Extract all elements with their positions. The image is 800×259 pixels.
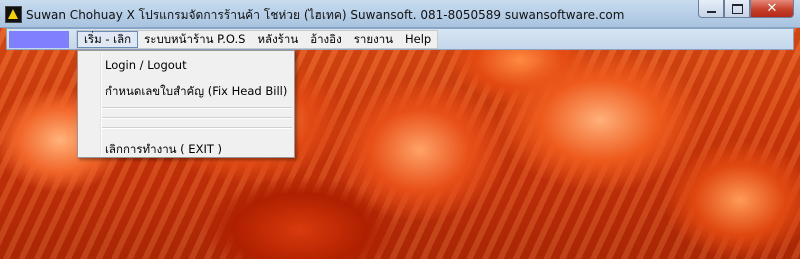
menu-pos-system[interactable]: ระบบหน้าร้าน P.O.S bbox=[138, 31, 251, 48]
menu-help[interactable]: Help bbox=[399, 31, 437, 48]
dropdown-gutter bbox=[100, 53, 102, 155]
fix-head-bill-item[interactable]: กำหนดเลขใบสำคัญ (Fix Head Bill) bbox=[105, 83, 287, 101]
login-logout-item[interactable]: Login / Logout bbox=[105, 58, 187, 72]
menu-reference[interactable]: อ้างอิง bbox=[304, 31, 348, 48]
menu-reports[interactable]: รายงาน bbox=[348, 31, 399, 48]
menu-back-office[interactable]: หลังร้าน bbox=[251, 31, 304, 48]
dropdown-separator bbox=[102, 127, 292, 129]
minimize-icon bbox=[706, 10, 716, 13]
maximize-icon bbox=[731, 3, 743, 14]
app-logo-icon[interactable] bbox=[5, 6, 22, 23]
window-controls: ✕ bbox=[698, 0, 794, 20]
window-titlebar[interactable]: Suwan Chohuay X โปรแกรมจัดการร้านค้า โชห… bbox=[0, 0, 800, 28]
close-button[interactable]: ✕ bbox=[750, 0, 794, 18]
dropdown-separator bbox=[102, 107, 292, 109]
exit-item[interactable]: เลิกการทำงาน ( EXIT ) bbox=[105, 141, 222, 159]
menu-start-stop[interactable]: เริ่ม - เลิก bbox=[77, 31, 139, 48]
menu-color-swatch bbox=[9, 31, 69, 48]
start-stop-dropdown: Login / Logout กำหนดเลขใบสำคัญ (Fix Head… bbox=[77, 50, 295, 158]
window-title: Suwan Chohuay X โปรแกรมจัดการร้านค้า โชห… bbox=[26, 8, 625, 22]
main-menubar: เริ่ม - เลิก ระบบหน้าร้าน P.O.S หลังร้าน… bbox=[76, 30, 439, 49]
dropdown-separator bbox=[102, 117, 292, 119]
maximize-button[interactable] bbox=[724, 0, 750, 18]
minimize-button[interactable] bbox=[698, 0, 724, 18]
